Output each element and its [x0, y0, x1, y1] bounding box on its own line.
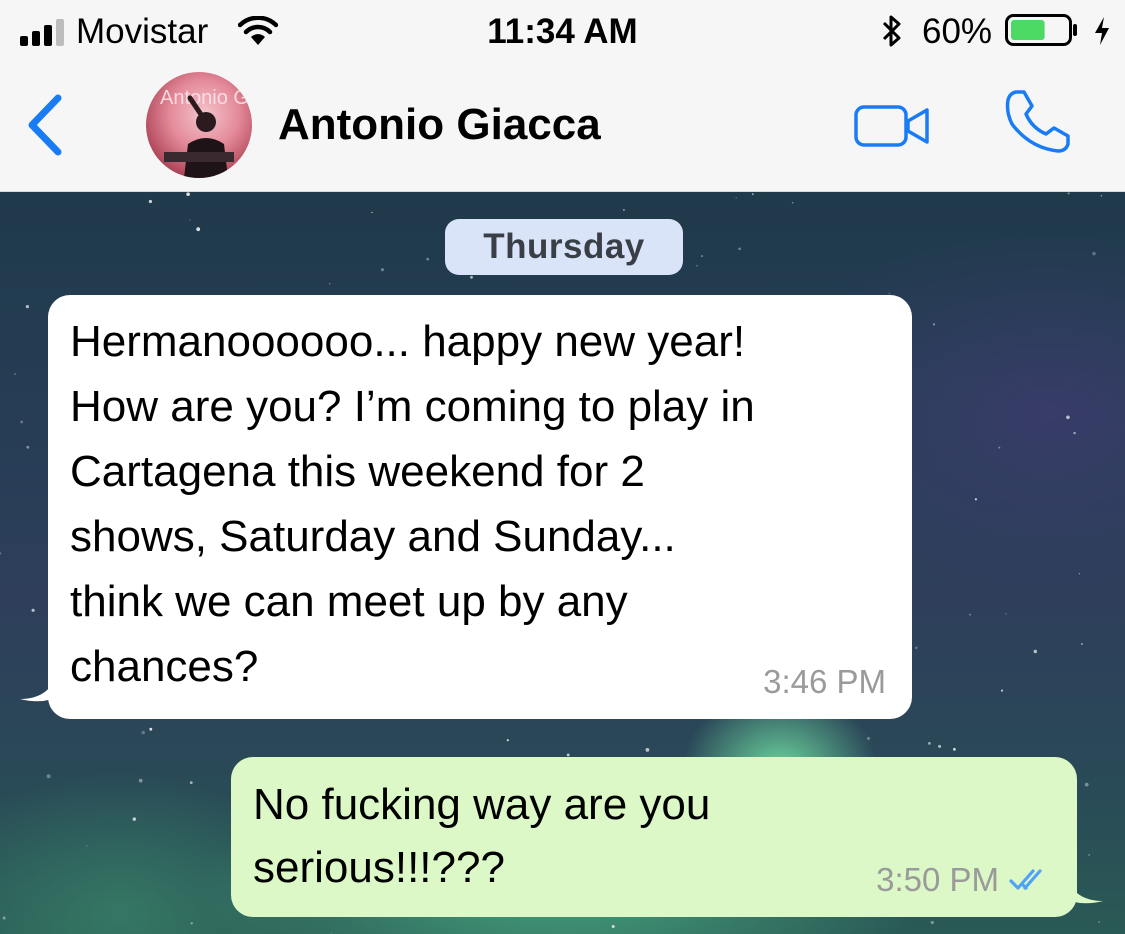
star-dot — [190, 922, 193, 925]
star-dot — [138, 778, 143, 783]
star-dot — [1092, 251, 1096, 256]
star-dot — [645, 748, 650, 752]
star-dot — [928, 742, 931, 745]
star-dot — [470, 275, 473, 279]
chat-header: Antonio Giacca Antonio Giacca — [0, 62, 1125, 192]
star-dot — [186, 192, 190, 196]
star-dot — [932, 323, 936, 326]
star-dot — [888, 292, 891, 295]
star-dot — [953, 747, 956, 751]
incoming-message-bubble[interactable]: Hermanoooooo... happy new year! How are … — [20, 295, 912, 719]
message-text: Hermanoooooo... happy new year! How are … — [70, 317, 755, 691]
star-dot — [25, 305, 29, 309]
star-dot — [735, 197, 737, 199]
star-dot — [14, 373, 16, 375]
star-dot — [938, 744, 942, 748]
avatar-photo: Antonio Giacca — [160, 87, 252, 178]
star-dot — [1066, 415, 1070, 420]
message-timestamp: 3:46 PM — [763, 663, 886, 700]
bubble-tail-right — [1047, 867, 1103, 904]
double-check-read-icon — [1009, 869, 1042, 890]
contact-name[interactable]: Antonio Giacca — [278, 100, 601, 150]
star-dot — [751, 193, 754, 196]
chat-background[interactable]: Thursday Hermanoooooo... happy new year!… — [0, 192, 1125, 934]
star-dot — [866, 736, 871, 740]
star-dot — [622, 208, 625, 211]
message-text: No fucking way are you serious!!!??? — [253, 780, 711, 892]
star-dot — [1080, 642, 1083, 646]
star-dot — [998, 446, 1001, 449]
star-dot — [189, 781, 193, 784]
star-dot — [46, 774, 51, 779]
battery-percentage: 60% — [922, 12, 993, 51]
star-dot — [1088, 853, 1091, 856]
star-dot — [196, 227, 201, 232]
star-dot — [1073, 431, 1076, 435]
outgoing-message-bubble[interactable]: No fucking way are you serious!!!??? 3:5… — [231, 757, 1103, 917]
contact-avatar[interactable]: Antonio Giacca — [146, 72, 252, 178]
charging-bolt-icon — [1095, 17, 1109, 45]
wifi-icon — [238, 16, 278, 45]
battery-icon — [1005, 14, 1077, 46]
star-dot — [611, 925, 615, 928]
star-dot — [566, 753, 570, 757]
star-dot — [1033, 649, 1038, 654]
star-dot — [738, 247, 741, 251]
message-meta: 3:50 PM — [876, 861, 1053, 899]
cellular-signal-icon — [20, 19, 64, 46]
avatar-logo-text: Antonio Giacca — [160, 87, 252, 109]
star-dot — [1100, 195, 1103, 197]
star-dot — [380, 268, 384, 272]
star-dot — [969, 613, 972, 616]
star-dot — [791, 202, 794, 204]
date-separator: Thursday — [445, 219, 683, 275]
bluetooth-icon — [882, 15, 901, 47]
star-dot — [1067, 192, 1070, 195]
star-dot — [1098, 920, 1101, 923]
star-dot — [506, 739, 509, 742]
star-dot — [930, 920, 934, 925]
star-dot — [330, 932, 332, 934]
star-dot — [26, 445, 30, 449]
star-dot — [86, 845, 88, 847]
star-dot — [149, 727, 153, 731]
star-dot — [148, 199, 153, 204]
star-dot — [371, 211, 373, 214]
carrier-name: Movistar — [76, 12, 209, 51]
star-dot — [2, 916, 6, 920]
star-dot — [189, 219, 191, 221]
star-dot — [141, 730, 145, 735]
chevron-left-icon[interactable] — [24, 92, 68, 158]
star-dot — [914, 646, 918, 650]
star-dot — [696, 265, 698, 267]
star-dot — [31, 608, 35, 612]
star-dot — [426, 257, 430, 261]
star-dot — [328, 282, 331, 285]
star-dot — [20, 420, 24, 424]
star-dot — [1084, 782, 1089, 787]
phone-icon[interactable] — [1002, 88, 1072, 154]
star-dot — [1000, 689, 1004, 692]
star-dot — [1078, 573, 1081, 575]
message-timestamp: 3:50 PM — [876, 861, 999, 898]
star-dot — [1005, 613, 1007, 615]
star-dot — [132, 817, 137, 821]
star-dot — [974, 498, 978, 501]
video-camera-icon[interactable] — [854, 104, 930, 148]
star-dot — [700, 254, 704, 258]
status-bar: Movistar 11:34 AM 60% — [0, 0, 1125, 62]
star-dot — [0, 552, 2, 555]
